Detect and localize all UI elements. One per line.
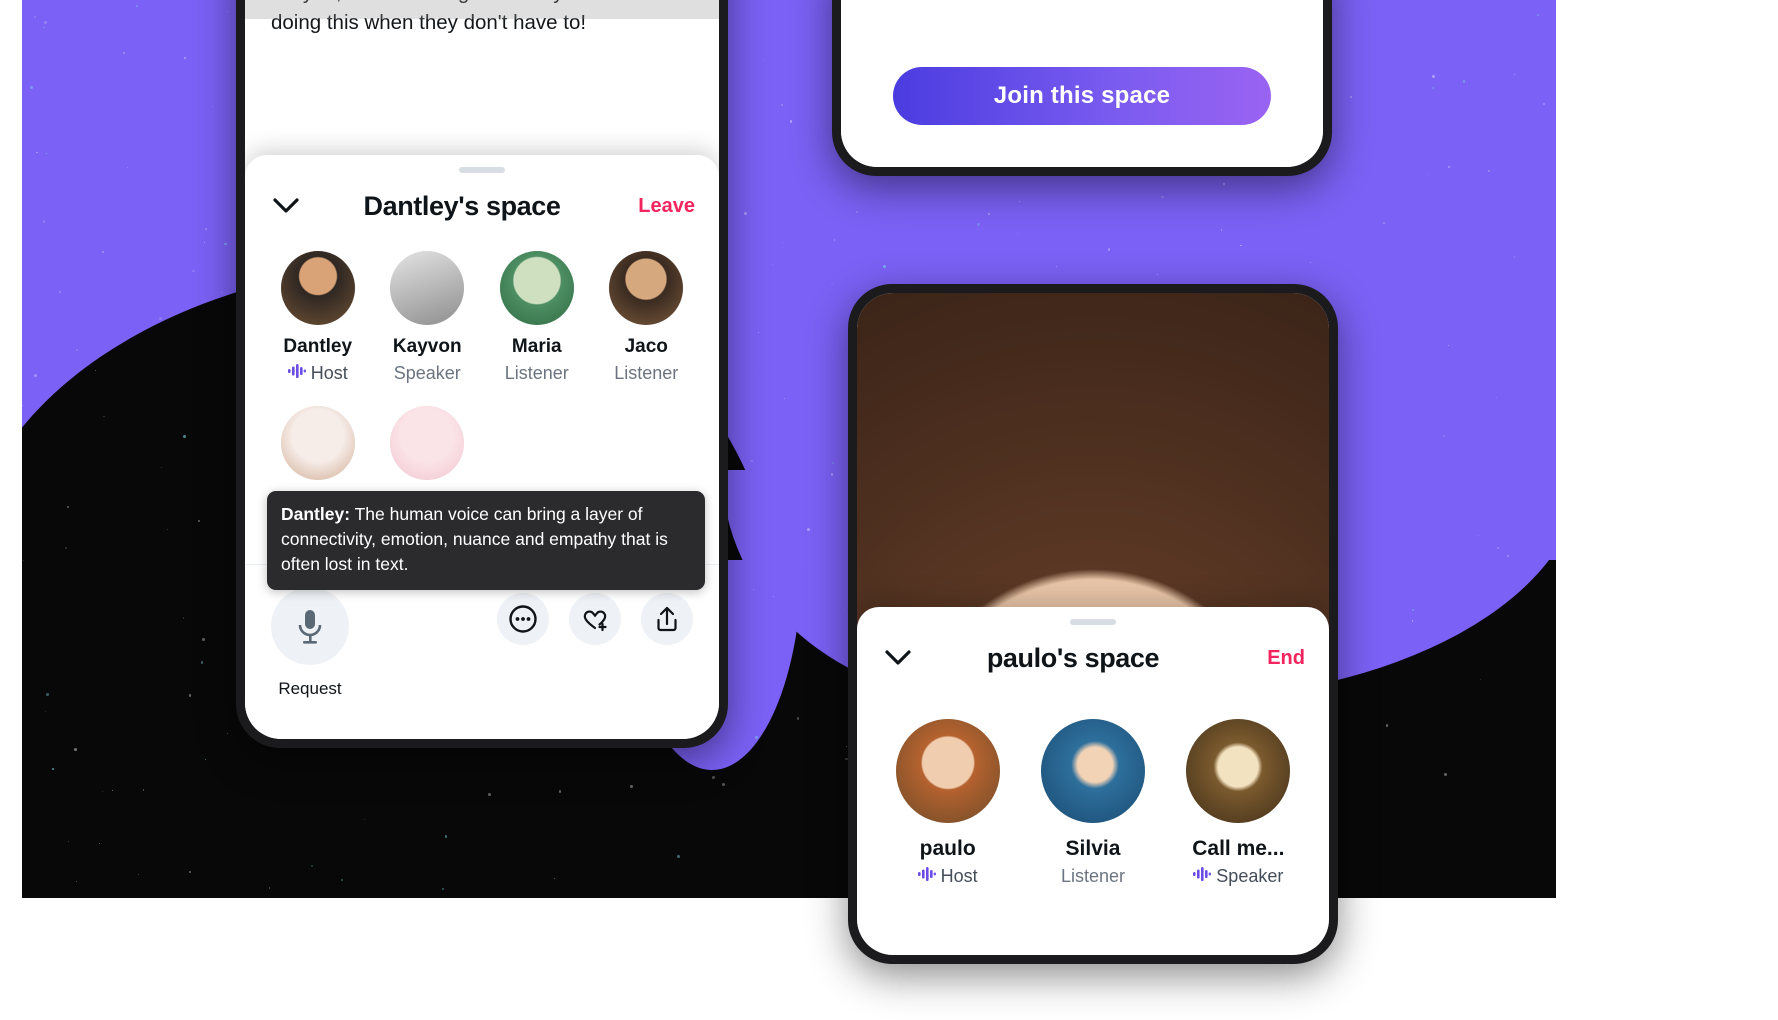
participant-name: paulo bbox=[919, 837, 976, 860]
participant-unnamed-4[interactable] bbox=[263, 406, 373, 480]
avatar[interactable] bbox=[609, 251, 684, 325]
live-caption-bubble: Dantley: The human voice can bring a lay… bbox=[267, 491, 705, 590]
microphone-icon[interactable] bbox=[271, 587, 349, 665]
avatar[interactable] bbox=[499, 251, 574, 325]
phone-right-screen: 9:15 bbox=[857, 293, 1329, 955]
participant-role: Listener bbox=[1061, 866, 1125, 887]
leave-space-button[interactable]: Leave bbox=[621, 195, 695, 218]
caption-speaker-name: Dantley: bbox=[281, 504, 351, 524]
paulo-sheet-header: paulo's space End bbox=[857, 625, 1329, 685]
join-space-card: Join this space bbox=[841, 0, 1323, 167]
avatar[interactable] bbox=[1186, 719, 1291, 823]
phone-left-dantley-space: #BlackLivesMatter #ICantBreathe Kiyo@kiy… bbox=[236, 0, 728, 748]
timeline-tweet[interactable]: Tina 🇨🇭🇯🇵 @tinastsh · 1h ••• I'm there w… bbox=[857, 293, 1329, 955]
paulo-participant-paulo[interactable]: paulo Host bbox=[875, 719, 1020, 887]
speaking-wave-icon bbox=[287, 363, 306, 384]
paulo-participants-grid: paulo Host Silvia Listener Call me... Speaker bbox=[857, 685, 1329, 887]
sheet-header: Dantley's space Leave bbox=[245, 173, 719, 233]
avatar[interactable] bbox=[895, 719, 1000, 823]
avatar[interactable] bbox=[280, 251, 355, 325]
request-mic-control: Request bbox=[271, 587, 349, 699]
space-title: Dantley's space bbox=[363, 190, 561, 221]
speaking-wave-icon bbox=[1193, 866, 1212, 887]
participant-role-label: Host bbox=[940, 866, 978, 886]
participant-role-label: Speaker bbox=[393, 363, 461, 383]
participant-role: Host bbox=[917, 866, 978, 887]
avatar[interactable] bbox=[280, 406, 355, 480]
participant-name: Jaco bbox=[624, 336, 668, 357]
more-dots-icon[interactable] bbox=[497, 593, 549, 645]
participant-role-label: Listener bbox=[1060, 866, 1126, 886]
phone-right-twitter-timeline: 9:15 bbox=[848, 284, 1338, 964]
participants-grid: Dantley Host Kayvon Speaker Maria Listener Jac… bbox=[245, 233, 719, 480]
participant-dantley[interactable]: Dantley Host bbox=[263, 251, 373, 384]
end-space-button[interactable]: End bbox=[1231, 647, 1305, 670]
phone-left-screen: #BlackLivesMatter #ICantBreathe Kiyo@kiy… bbox=[245, 0, 719, 739]
participant-maria[interactable]: Maria Listener bbox=[482, 251, 592, 384]
participant-role: Speaker bbox=[394, 363, 461, 384]
background-tweet-line-3: doing this when they don't have to! bbox=[271, 11, 587, 34]
background-tweet-line-2: tell you, I cried seeing this. They are bbox=[271, 0, 693, 8]
paulo-participant-call-me-[interactable]: Call me... Speaker bbox=[1166, 719, 1311, 887]
chevron-down-icon[interactable] bbox=[269, 189, 303, 223]
space-controls-bar: Request bbox=[245, 564, 719, 739]
participant-jaco[interactable]: Jaco Listener bbox=[592, 251, 702, 384]
avatar[interactable] bbox=[1040, 719, 1145, 823]
tweet-avatar[interactable] bbox=[857, 293, 1329, 955]
avatar[interactable] bbox=[390, 251, 465, 325]
participant-name: Dantley bbox=[283, 336, 353, 357]
phone-top-screen: Join this space bbox=[841, 0, 1323, 167]
participant-role: Listener bbox=[505, 363, 569, 384]
chevron-down-icon[interactable] bbox=[881, 641, 915, 675]
space-action-buttons bbox=[497, 587, 693, 645]
participant-kayvon[interactable]: Kayvon Speaker bbox=[373, 251, 483, 384]
join-this-space-button[interactable]: Join this space bbox=[893, 67, 1271, 125]
participant-name: Maria bbox=[511, 336, 562, 357]
participant-role-label: Listener bbox=[614, 363, 679, 383]
dantley-space-sheet: Dantley's space Leave Dantley Host Kayvon S… bbox=[245, 155, 719, 739]
participant-role: Speaker bbox=[1193, 866, 1283, 887]
participant-role: Listener bbox=[614, 363, 678, 384]
phone-top-join-space: Join this space bbox=[832, 0, 1332, 176]
participant-name: Silvia bbox=[1065, 837, 1121, 860]
participant-name: Call me... bbox=[1192, 837, 1285, 860]
paulo-participant-silvia[interactable]: Silvia Listener bbox=[1020, 719, 1165, 887]
paulo-space-title: paulo's space bbox=[986, 642, 1160, 673]
share-up-icon[interactable] bbox=[641, 593, 693, 645]
request-label: Request bbox=[278, 679, 342, 698]
avatar[interactable] bbox=[390, 406, 465, 480]
participant-unnamed-5[interactable] bbox=[373, 406, 483, 480]
participant-role-label: Host bbox=[310, 363, 348, 383]
participant-role-label: Speaker bbox=[1216, 866, 1284, 886]
speaking-wave-icon bbox=[917, 866, 936, 887]
participant-role: Host bbox=[287, 363, 348, 384]
participant-name: Kayvon bbox=[392, 336, 462, 357]
heart-plus-icon[interactable] bbox=[569, 593, 621, 645]
background-tweet: #BlackLivesMatter #ICantBreathe Kiyo@kiy… bbox=[245, 0, 719, 38]
paulo-space-sheet: paulo's space End paulo Host Silvia Listene… bbox=[857, 607, 1329, 955]
participant-role-label: Listener bbox=[504, 363, 569, 383]
